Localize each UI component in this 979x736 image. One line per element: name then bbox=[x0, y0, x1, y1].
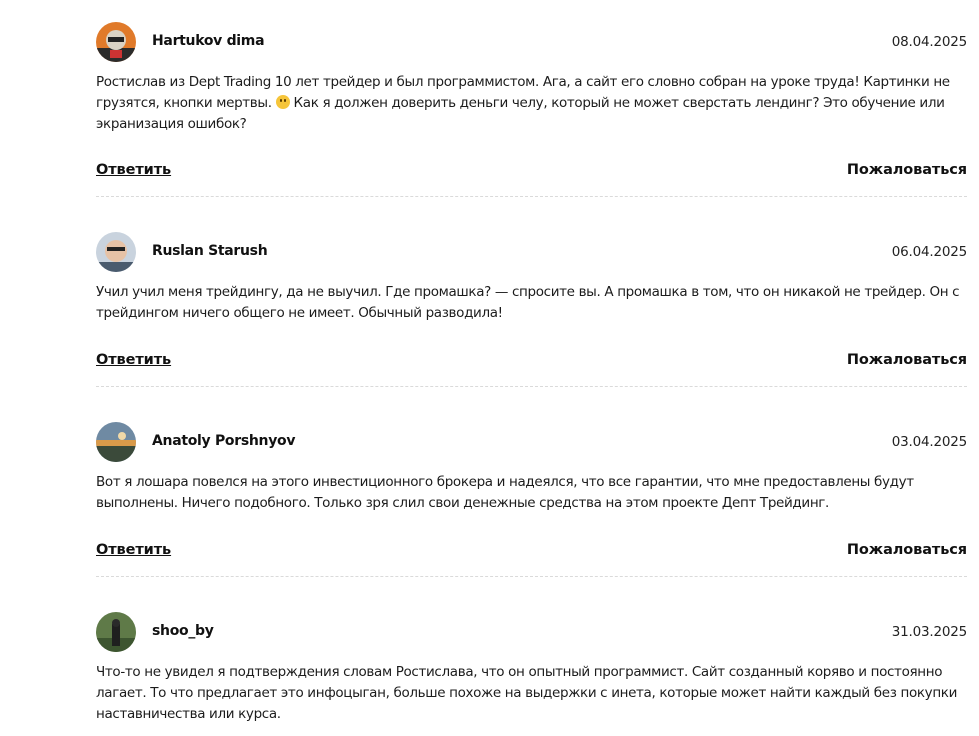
comment-text: Вот я лошара повелся на этого инвестицио… bbox=[96, 474, 914, 511]
comment-text: Что-то не увидел я подтверждения словам … bbox=[96, 664, 958, 722]
comment-text: Учил учил меня трейдингу, да не выучил. … bbox=[96, 284, 960, 321]
author-name: Anatoly Porshnyov bbox=[152, 433, 296, 449]
comment-header: shoo_by 31.03.2025 bbox=[96, 612, 967, 656]
comment-header: Anatoly Porshnyov 03.04.2025 bbox=[96, 422, 967, 466]
reply-link[interactable]: Ответить bbox=[96, 162, 171, 178]
comment-header: Hartukov dima 08.04.2025 bbox=[96, 22, 967, 66]
comment-header: Ruslan Starush 06.04.2025 bbox=[96, 232, 967, 276]
avatar[interactable] bbox=[96, 422, 136, 462]
comment: Anatoly Porshnyov 03.04.2025 Вот я лошар… bbox=[96, 422, 967, 577]
reply-link[interactable]: Ответить bbox=[96, 542, 171, 558]
report-link[interactable]: Пожаловаться bbox=[847, 542, 967, 558]
avatar[interactable] bbox=[96, 22, 136, 62]
comment-actions: Ответить Пожаловаться bbox=[96, 352, 967, 376]
comment-actions: Ответить Пожаловаться bbox=[96, 162, 967, 186]
divider bbox=[96, 386, 967, 387]
divider bbox=[96, 576, 967, 577]
divider bbox=[96, 196, 967, 197]
comment-text: Ростислав из Dept Trading 10 лет трейдер… bbox=[96, 72, 967, 135]
reply-link[interactable]: Ответить bbox=[96, 352, 171, 368]
comment: Hartukov dima 08.04.2025 Ростислав из De… bbox=[96, 22, 967, 197]
comment-date: 03.04.2025 bbox=[891, 434, 967, 450]
avatar[interactable] bbox=[96, 232, 136, 272]
report-link[interactable]: Пожаловаться bbox=[847, 162, 967, 178]
avatar[interactable] bbox=[96, 612, 136, 652]
author-name: Hartukov dima bbox=[152, 33, 265, 49]
comment-actions: Ответить Пожаловаться bbox=[96, 542, 967, 566]
neutral-face-emoji-icon bbox=[275, 95, 290, 109]
comment-date: 31.03.2025 bbox=[891, 624, 967, 640]
comment-date: 08.04.2025 bbox=[891, 34, 967, 50]
report-link[interactable]: Пожаловаться bbox=[847, 352, 967, 368]
comment-date: 06.04.2025 bbox=[891, 244, 967, 260]
comment: Ruslan Starush 06.04.2025 Учил учил меня… bbox=[96, 232, 967, 387]
author-name: Ruslan Starush bbox=[152, 243, 268, 259]
comment: shoo_by 31.03.2025 Что-то не увидел я по… bbox=[96, 612, 967, 722]
author-name: shoo_by bbox=[152, 623, 214, 639]
